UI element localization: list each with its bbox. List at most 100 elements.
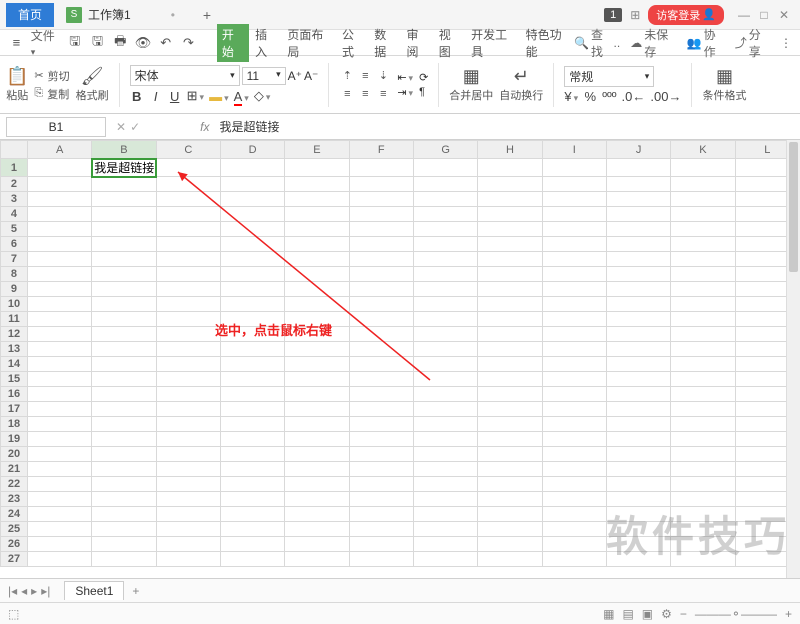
- wrap-button[interactable]: ↵自动换行: [499, 66, 543, 103]
- orientation-button[interactable]: ⟳: [419, 71, 428, 84]
- row-head[interactable]: 12: [1, 327, 28, 342]
- cell[interactable]: [478, 237, 542, 252]
- align-mid-icon[interactable]: ≡: [357, 68, 373, 84]
- cell[interactable]: [478, 402, 542, 417]
- cell[interactable]: [413, 417, 477, 432]
- cell[interactable]: [671, 342, 735, 357]
- cell[interactable]: [220, 447, 284, 462]
- grid-row[interactable]: 15: [1, 372, 800, 387]
- view-normal-icon[interactable]: ▦: [603, 607, 614, 621]
- cell[interactable]: [27, 537, 91, 552]
- grid-row[interactable]: 5: [1, 222, 800, 237]
- indent-left-button[interactable]: ⇤: [397, 71, 413, 84]
- cell[interactable]: [92, 492, 156, 507]
- grid-row[interactable]: 11: [1, 312, 800, 327]
- cell[interactable]: [606, 177, 670, 192]
- cell[interactable]: [478, 552, 542, 567]
- row-head[interactable]: 15: [1, 372, 28, 387]
- cell[interactable]: [349, 237, 413, 252]
- cell[interactable]: [27, 447, 91, 462]
- cell[interactable]: [92, 432, 156, 447]
- grid-row[interactable]: 16: [1, 387, 800, 402]
- border-button[interactable]: ⊞: [187, 88, 204, 104]
- cell[interactable]: [478, 417, 542, 432]
- cell[interactable]: [671, 522, 735, 537]
- file-menu[interactable]: 文件 ▾: [31, 27, 61, 58]
- cell[interactable]: [671, 432, 735, 447]
- grid-row[interactable]: 26: [1, 537, 800, 552]
- cell[interactable]: [413, 159, 477, 177]
- cell[interactable]: [413, 192, 477, 207]
- cell[interactable]: [156, 552, 220, 567]
- cell[interactable]: [285, 192, 349, 207]
- cell[interactable]: [220, 252, 284, 267]
- cell[interactable]: [92, 522, 156, 537]
- cell[interactable]: [156, 477, 220, 492]
- cell[interactable]: [671, 477, 735, 492]
- cell[interactable]: [285, 462, 349, 477]
- format-painter-button[interactable]: 🖌格式刷: [76, 66, 109, 103]
- cell[interactable]: [27, 267, 91, 282]
- cell[interactable]: [606, 537, 670, 552]
- cell[interactable]: [542, 327, 606, 342]
- cell[interactable]: [478, 447, 542, 462]
- cell[interactable]: [542, 357, 606, 372]
- cell[interactable]: [542, 282, 606, 297]
- cell[interactable]: [671, 492, 735, 507]
- cell[interactable]: [349, 432, 413, 447]
- name-box[interactable]: B1: [6, 117, 106, 137]
- cell[interactable]: [542, 372, 606, 387]
- more-icon[interactable]: ⋮: [780, 36, 792, 50]
- row-head[interactable]: 9: [1, 282, 28, 297]
- cell[interactable]: [606, 462, 670, 477]
- coop-button[interactable]: 👥 协作: [687, 26, 725, 60]
- cut-button[interactable]: ✂ 剪切: [34, 68, 69, 84]
- cell[interactable]: [478, 327, 542, 342]
- save-as-icon[interactable]: 🖫: [89, 32, 106, 54]
- confirm-icon[interactable]: ✓: [130, 120, 140, 134]
- cell[interactable]: [285, 417, 349, 432]
- row-head[interactable]: 3: [1, 192, 28, 207]
- cell[interactable]: [27, 507, 91, 522]
- row-head[interactable]: 13: [1, 342, 28, 357]
- cell[interactable]: [27, 222, 91, 237]
- cell[interactable]: [671, 312, 735, 327]
- cell[interactable]: [542, 537, 606, 552]
- cell[interactable]: [478, 342, 542, 357]
- cell[interactable]: [413, 387, 477, 402]
- cell[interactable]: [220, 432, 284, 447]
- grid-row[interactable]: 22: [1, 477, 800, 492]
- grid-row[interactable]: 12: [1, 327, 800, 342]
- cell[interactable]: [27, 177, 91, 192]
- cell[interactable]: [478, 462, 542, 477]
- cell[interactable]: [92, 192, 156, 207]
- grid-row[interactable]: 8: [1, 267, 800, 282]
- cell[interactable]: [478, 192, 542, 207]
- zoom-settings-icon[interactable]: ⚙: [661, 607, 672, 621]
- cell[interactable]: [542, 522, 606, 537]
- col-K[interactable]: K: [671, 141, 735, 159]
- zoom-out-icon[interactable]: −: [680, 607, 687, 621]
- cell[interactable]: [606, 327, 670, 342]
- view-page-icon[interactable]: ▤: [622, 607, 633, 621]
- tab-special[interactable]: 特色功能: [522, 24, 575, 62]
- grid-row[interactable]: 10: [1, 297, 800, 312]
- row-head[interactable]: 11: [1, 312, 28, 327]
- cell[interactable]: [413, 432, 477, 447]
- cell[interactable]: [92, 387, 156, 402]
- grid-row[interactable]: 27: [1, 552, 800, 567]
- cell[interactable]: [156, 177, 220, 192]
- col-I[interactable]: I: [542, 141, 606, 159]
- cell[interactable]: [285, 237, 349, 252]
- grid-row[interactable]: 13: [1, 342, 800, 357]
- align-bot-icon[interactable]: ⇣: [375, 68, 391, 84]
- cell[interactable]: [156, 522, 220, 537]
- cell[interactable]: [92, 252, 156, 267]
- cell[interactable]: [349, 372, 413, 387]
- cell[interactable]: [285, 297, 349, 312]
- cell[interactable]: [671, 552, 735, 567]
- cell[interactable]: [478, 357, 542, 372]
- row-head[interactable]: 23: [1, 492, 28, 507]
- cell[interactable]: [349, 507, 413, 522]
- row-head[interactable]: 27: [1, 552, 28, 567]
